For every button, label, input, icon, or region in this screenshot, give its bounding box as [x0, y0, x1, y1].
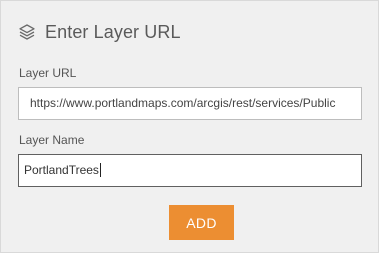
- layers-icon: [18, 23, 36, 41]
- text-caret: [99, 162, 101, 177]
- layer-name-value: PortlandTrees: [24, 163, 99, 177]
- layer-url-value: https://www.portlandmaps.com/arcgis/rest…: [30, 96, 336, 110]
- layer-name-label: Layer Name: [19, 133, 85, 147]
- layer-url-label: Layer URL: [19, 66, 77, 80]
- panel-header: Enter Layer URL: [18, 19, 181, 45]
- enter-layer-url-panel: Enter Layer URL Layer URL https://www.po…: [0, 0, 379, 253]
- panel-title: Enter Layer URL: [45, 21, 181, 42]
- layer-name-input[interactable]: PortlandTrees: [18, 154, 362, 187]
- layer-url-input[interactable]: https://www.portlandmaps.com/arcgis/rest…: [18, 87, 362, 120]
- add-button[interactable]: ADD: [169, 205, 234, 240]
